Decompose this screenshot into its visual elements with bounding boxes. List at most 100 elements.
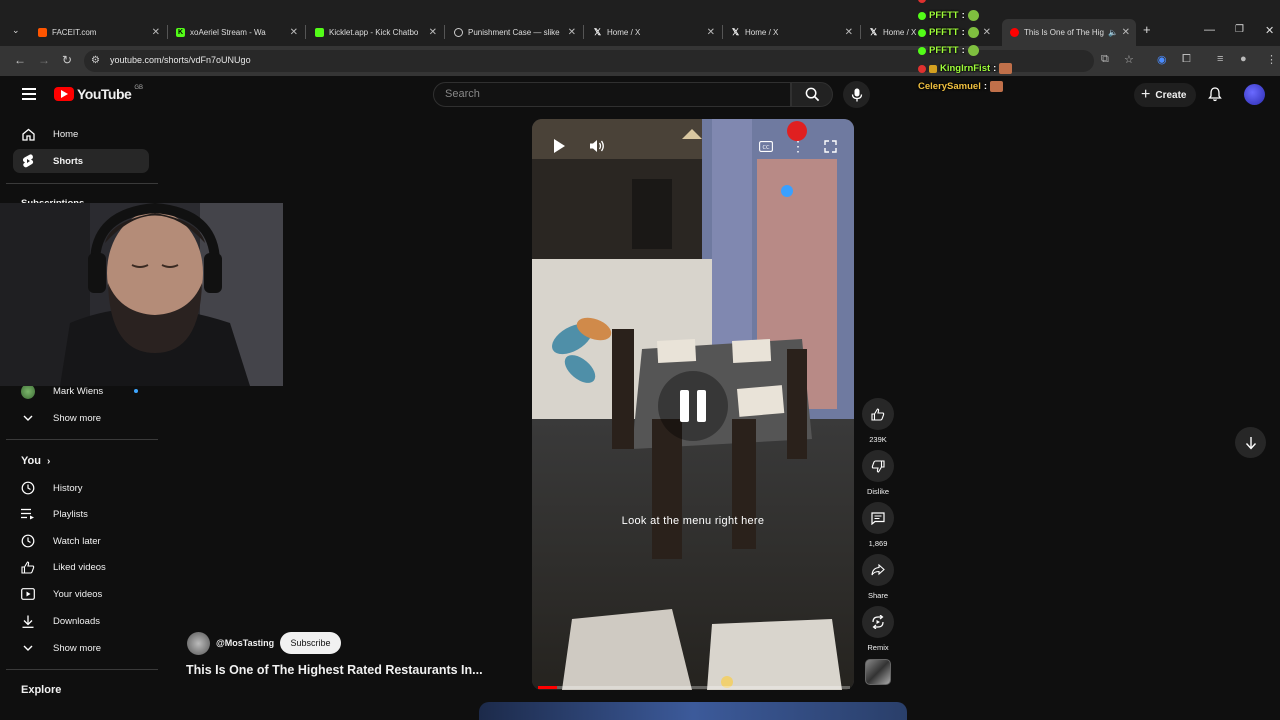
pause-icon-bar <box>680 390 689 422</box>
subscribe-button[interactable]: Subscribe <box>280 632 341 654</box>
tab-audio-icon[interactable]: 🔈 <box>1108 28 1118 37</box>
chat-badge-icon <box>929 64 937 73</box>
x-logo-icon: 𝕏 <box>593 26 602 37</box>
video-caption-text: Look at the menu right here <box>621 515 765 527</box>
close-window-button[interactable]: ✕ <box>1265 24 1274 37</box>
tab-close-icon[interactable]: ✕ <box>290 27 298 38</box>
site-info-icon[interactable]: ⚙ <box>91 55 100 66</box>
sidebar-item-playlists[interactable]: Playlists <box>13 502 149 526</box>
sidebar-item-watch-later[interactable]: Watch later <box>13 529 149 553</box>
sidebar-show-more-you[interactable]: Show more <box>13 636 149 660</box>
sidebar-show-more-subscriptions[interactable]: Show more <box>13 406 149 430</box>
sidebar-item-home[interactable]: Home <box>13 122 149 146</box>
sidebar-item-history[interactable]: History <box>13 476 149 500</box>
profile-icon[interactable]: ● <box>1240 53 1247 65</box>
sidebar-item-shorts[interactable]: Shorts <box>13 149 149 173</box>
x-logo-icon: 𝕏 <box>869 26 878 37</box>
pause-indicator[interactable] <box>658 371 728 441</box>
new-tab-button[interactable]: + <box>1143 22 1151 37</box>
video-progress-bar[interactable] <box>538 686 850 689</box>
tab-x-home-1[interactable]: 𝕏 Home / X ✕ <box>593 22 715 42</box>
youtube-logo[interactable]: YouTube GB <box>54 85 143 102</box>
thumbs-up-icon <box>21 560 35 574</box>
account-avatar[interactable] <box>1244 84 1265 105</box>
chat-message-partial <box>918 0 929 3</box>
video-progress-fill <box>538 686 557 689</box>
tab-kicklet[interactable]: Kicklet.app - Kick Chatbo ✕ <box>315 22 437 42</box>
tab-x-home-2[interactable]: 𝕏 Home / X ✕ <box>731 22 853 42</box>
arrow-down-icon <box>1245 436 1256 450</box>
tab-punishment-case[interactable]: Punishment Case — slike ✕ <box>454 22 576 42</box>
extensions-puzzle-icon[interactable]: ⧠ <box>1182 53 1191 66</box>
comments-button[interactable]: 1,869 <box>862 502 894 548</box>
hamburger-menu-icon[interactable] <box>22 88 36 100</box>
tab-label: Punishment Case — slike <box>468 27 560 37</box>
tab-close-icon[interactable]: ✕ <box>707 27 715 38</box>
next-video-button[interactable] <box>1235 427 1266 458</box>
remix-icon <box>872 615 884 629</box>
reload-icon[interactable]: ↻ <box>62 53 72 67</box>
tab-close-icon[interactable]: ✕ <box>845 27 853 38</box>
sidebar-item-label: Downloads <box>53 615 100 627</box>
playlists-icon <box>21 507 35 521</box>
search-input[interactable] <box>433 82 791 107</box>
channel-handle[interactable]: @MosTasting <box>216 638 274 648</box>
dislike-button[interactable]: Dislike <box>862 450 894 496</box>
sidebar-divider <box>6 183 158 184</box>
more-vertical-icon: ⋮ <box>791 137 805 154</box>
browser-tab-strip: ⌄ FACEIT.com ✕ K xoAeriel Stream - Wa ✕ … <box>0 0 1280 46</box>
sound-thumbnail[interactable] <box>865 659 891 685</box>
closed-captions-icon: CC <box>759 140 773 152</box>
sidebar-item-downloads[interactable]: Downloads <box>13 609 149 633</box>
like-button[interactable]: 239K <box>862 398 894 444</box>
browser-menu-icon[interactable]: ⋮ <box>1266 53 1277 66</box>
play-button[interactable] <box>548 135 570 157</box>
remix-button[interactable]: Remix <box>862 606 894 652</box>
chat-badge-icon <box>918 11 926 20</box>
you-section-heading[interactable]: You › <box>21 455 50 467</box>
sidebar-item-liked-videos[interactable]: Liked videos <box>13 555 149 579</box>
next-short-preview[interactable] <box>479 702 907 720</box>
tab-close-icon[interactable]: ✕ <box>983 27 991 38</box>
voice-search-button[interactable] <box>843 81 870 108</box>
back-arrow-icon[interactable]: ← <box>14 53 26 67</box>
tab-search-icon[interactable]: ⌄ <box>12 25 20 36</box>
channel-avatar[interactable] <box>187 632 210 655</box>
sidebar-item-label: Your videos <box>53 588 103 600</box>
media-control-icon[interactable]: ≡ <box>1217 53 1223 65</box>
url-text[interactable]: youtube.com/shorts/vdFn7oUNUgo <box>110 55 251 65</box>
more-options-button[interactable]: ⋮ <box>789 137 807 155</box>
fullscreen-button[interactable] <box>820 137 840 155</box>
notifications-bell-icon[interactable] <box>1208 87 1222 102</box>
search-button[interactable] <box>791 82 833 107</box>
bookmark-star-icon[interactable]: ☆ <box>1124 53 1134 66</box>
tab-kick-stream[interactable]: K xoAeriel Stream - Wa ✕ <box>176 22 298 42</box>
tab-label: This Is One of The Hig <box>1024 28 1104 37</box>
minimize-button[interactable]: — <box>1204 24 1215 36</box>
sidebar-divider <box>6 439 158 440</box>
shorts-icon <box>21 154 35 168</box>
tab-faceit[interactable]: FACEIT.com ✕ <box>38 22 160 42</box>
tab-label: FACEIT.com <box>52 27 97 37</box>
channel-avatar-icon <box>21 383 35 399</box>
video-title[interactable]: This Is One of The Highest Rated Restaur… <box>186 663 483 677</box>
sidebar-item-label: Watch later <box>53 535 101 547</box>
tab-label: Home / X <box>745 27 779 37</box>
forward-arrow-icon[interactable]: → <box>38 53 50 67</box>
share-button[interactable]: Share <box>862 554 894 600</box>
restore-button[interactable]: ❐ <box>1235 24 1244 35</box>
tab-close-icon[interactable]: ✕ <box>152 27 160 38</box>
sidebar-item-your-videos[interactable]: Your videos <box>13 582 149 606</box>
tab-close-icon[interactable]: ✕ <box>429 27 437 38</box>
install-app-icon[interactable]: ⧉ <box>1101 53 1109 66</box>
captions-button[interactable]: CC <box>756 137 776 155</box>
explore-heading: Explore <box>21 684 62 696</box>
create-button[interactable]: + Create <box>1134 83 1196 107</box>
region-code: GB <box>134 85 143 91</box>
tab-close-icon[interactable]: ✕ <box>1122 27 1130 38</box>
extension-icon[interactable]: ◉ <box>1157 53 1167 66</box>
faceit-favicon-icon <box>38 27 47 37</box>
tab-close-icon[interactable]: ✕ <box>568 27 576 38</box>
tab-youtube-active[interactable]: This Is One of The Hig 🔈 ✕ <box>1002 19 1136 46</box>
volume-button[interactable] <box>586 135 608 157</box>
